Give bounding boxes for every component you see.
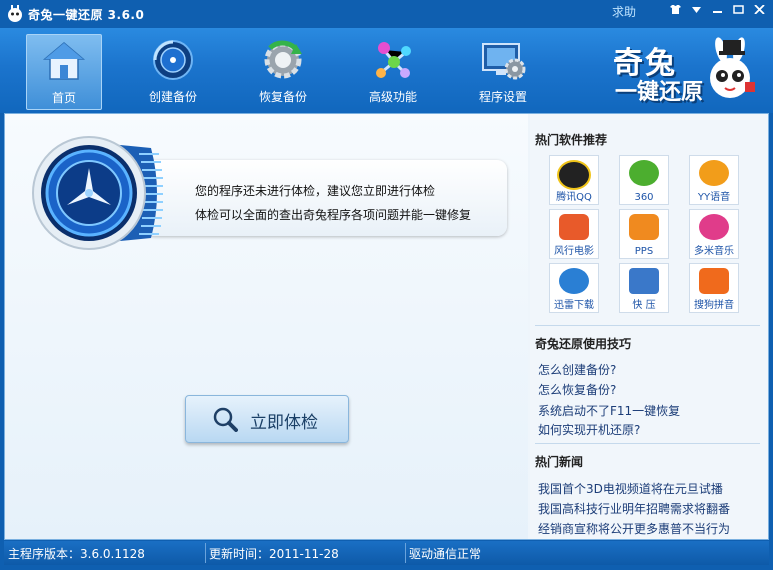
tip-link[interactable]: 系统启动不了F11一键恢复	[538, 402, 680, 419]
software-name: 腾讯QQ	[556, 192, 592, 203]
tab-restore-backup[interactable]: 恢复备份	[246, 34, 320, 108]
tip-link[interactable]: 如何实现开机还原?	[538, 421, 640, 438]
search-icon	[213, 407, 238, 432]
tab-label: 创建备份	[148, 90, 197, 104]
software-duomi[interactable]: 多米音乐	[689, 209, 739, 259]
restore-backup-icon	[264, 40, 302, 79]
tip-link[interactable]: 怎么创建备份?	[538, 361, 616, 378]
divider	[535, 325, 760, 326]
360-icon	[629, 160, 659, 186]
divider	[405, 543, 406, 563]
duomi-music-icon	[699, 214, 729, 240]
brand-tagline: 一键还原	[615, 80, 704, 105]
help-link[interactable]: 求助	[612, 3, 636, 20]
news-title: 热门新闻	[535, 455, 584, 469]
sidebar: 热门软件推荐 腾讯QQ 360 YY语音 风行电影 PPS 多米音乐 迅雷下载 …	[530, 114, 768, 539]
tips-title: 奇兔还原使用技巧	[535, 337, 632, 351]
checkup-disk-icon	[32, 136, 163, 250]
software-name: 多米音乐	[694, 246, 734, 257]
news-link[interactable]: 我国首个3D电视频道将在元旦试播	[538, 480, 723, 497]
software-name: 快 压	[632, 300, 656, 311]
driver-status: 驱动通信正常	[409, 547, 482, 561]
software-name: YY语音	[697, 192, 731, 203]
qq-icon	[557, 160, 591, 190]
software-name: PPS	[634, 246, 654, 257]
tab-settings[interactable]: 程序设置	[466, 34, 540, 108]
software-name: 360	[634, 192, 654, 203]
main-toolbar: 首页 创建备份 恢复备份 高级功能 程序设置 奇兔 一键还原	[0, 28, 773, 113]
tab-label: 恢复备份	[258, 90, 307, 104]
tab-advanced[interactable]: 高级功能	[356, 34, 430, 108]
sogou-pinyin-icon	[699, 268, 729, 294]
tip-link[interactable]: 怎么恢复备份?	[538, 381, 616, 398]
hot-software-title: 热门软件推荐	[535, 133, 608, 147]
tab-label: 高级功能	[368, 90, 417, 104]
pps-icon	[629, 214, 659, 240]
software-kuaiya[interactable]: 快 压	[619, 263, 669, 313]
software-qq[interactable]: 腾讯QQ	[549, 155, 599, 205]
window-controls	[668, 3, 767, 16]
minimize-icon[interactable]	[710, 3, 725, 16]
update-time-status: 更新时间：2011-11-28	[209, 547, 339, 561]
app-logo-icon	[8, 5, 22, 22]
xunlei-icon	[559, 268, 589, 294]
tab-label: 程序设置	[478, 90, 527, 104]
settings-icon	[482, 43, 526, 80]
title-bar: 奇兔一键还原 3.6.0 求助	[0, 0, 773, 28]
scan-now-button[interactable]: 立即体检	[185, 395, 349, 443]
home-icon	[42, 42, 86, 80]
fengxing-icon	[559, 214, 589, 240]
software-name: 迅雷下载	[554, 300, 594, 311]
status-bar: 主程序版本：3.6.0.1128 更新时间：2011-11-28 驱动通信正常	[4, 541, 769, 565]
divider	[205, 543, 206, 563]
brand-logo: 奇兔 一键还原	[605, 34, 765, 110]
advanced-icon	[376, 42, 411, 78]
checkup-notice: 您的程序还未进行体检，建议您立即进行体检 体检可以全面的查出奇兔程序各项问题并能…	[145, 160, 507, 236]
scan-now-label: 立即体检	[250, 413, 318, 433]
software-xunlei[interactable]: 迅雷下载	[549, 263, 599, 313]
window-title: 奇兔一键还原 3.6.0	[28, 8, 145, 22]
home-panel: 您的程序还未进行体检，建议您立即进行体检 体检可以全面的查出奇兔程序各项问题并能…	[5, 114, 528, 539]
software-sogou[interactable]: 搜狗拼音	[689, 263, 739, 313]
notice-text-1: 您的程序还未进行体检，建议您立即进行体检	[195, 184, 436, 198]
tab-label: 首页	[51, 91, 76, 105]
software-360[interactable]: 360	[619, 155, 669, 205]
tab-home[interactable]: 首页	[26, 34, 102, 110]
version-status: 主程序版本：3.6.0.1128	[8, 547, 145, 561]
software-name: 风行电影	[554, 246, 594, 257]
news-link[interactable]: 我国高科技行业明年招聘需求将翻番	[538, 500, 730, 517]
create-backup-icon	[153, 40, 193, 80]
news-link[interactable]: 经销商宣称将公开更多惠普不当行为	[538, 520, 730, 537]
rabbit-mascot-icon	[710, 37, 755, 98]
main-window: 奇兔一键还原 3.6.0 求助 首页 创建备份 恢复备份 高级功能 程序设置 奇…	[0, 0, 773, 570]
software-name: 搜狗拼音	[694, 300, 734, 311]
notice-text-2: 体检可以全面的查出奇兔程序各项问题并能一键修复	[195, 208, 472, 222]
software-yy[interactable]: YY语音	[689, 155, 739, 205]
close-icon[interactable]	[752, 3, 767, 16]
yy-voice-icon	[699, 160, 729, 186]
software-pps[interactable]: PPS	[619, 209, 669, 259]
menu-icon[interactable]	[689, 3, 704, 16]
content-area: 您的程序还未进行体检，建议您立即进行体检 体检可以全面的查出奇兔程序各项问题并能…	[4, 113, 769, 540]
kuaiya-icon	[629, 268, 659, 294]
skin-icon[interactable]	[668, 3, 683, 16]
divider	[535, 443, 760, 444]
tab-create-backup[interactable]: 创建备份	[136, 34, 210, 108]
maximize-icon[interactable]	[731, 3, 746, 16]
software-fengxing[interactable]: 风行电影	[549, 209, 599, 259]
